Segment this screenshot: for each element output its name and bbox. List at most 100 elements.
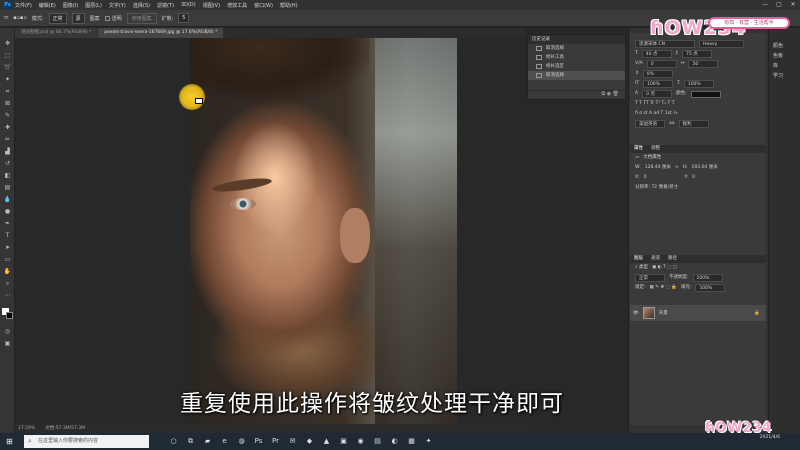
windows-start-icon[interactable]: ⊞ bbox=[6, 437, 13, 446]
fill-input[interactable]: 100% bbox=[695, 284, 726, 292]
tab-properties[interactable]: 属性 bbox=[634, 145, 643, 153]
type-style-buttons[interactable]: T T TT Tr T¹ T₁ T T bbox=[630, 99, 766, 109]
document-size[interactable]: 文档:57.3M/57.3M bbox=[45, 424, 85, 433]
app-icon[interactable]: ◐ bbox=[390, 437, 399, 446]
cortana-icon[interactable]: ○ bbox=[169, 437, 178, 446]
menu-type[interactable]: 文字(Y) bbox=[109, 2, 126, 9]
blend-mode-select[interactable]: 正常 bbox=[635, 274, 665, 282]
layer-filter-icon[interactable]: ⌕ 类型 bbox=[635, 263, 648, 273]
y-value[interactable]: 0 bbox=[692, 173, 695, 183]
photoshop-logo-icon[interactable]: Ps bbox=[3, 1, 12, 9]
photoshop-taskbar-icon[interactable]: Ps bbox=[254, 437, 263, 446]
app-icon[interactable]: ◆ bbox=[305, 437, 314, 446]
layer-filter-icons[interactable]: ▣ ◐ T ⬚ ◻ bbox=[652, 263, 677, 273]
menu-3d[interactable]: 3D(D) bbox=[181, 2, 196, 8]
menu-layer[interactable]: 图层(L) bbox=[85, 2, 102, 9]
collapsed-color-panel[interactable]: 颜色 bbox=[773, 42, 799, 49]
type-tool-icon[interactable]: T bbox=[3, 232, 12, 239]
language-select[interactable]: 美国英语 bbox=[635, 120, 665, 128]
width-value[interactable]: 128.44 厘米 bbox=[645, 163, 671, 173]
quick-mask-icon[interactable]: ◎ bbox=[3, 328, 12, 335]
patch-tool-icon[interactable]: ✚ bbox=[3, 124, 12, 131]
tab-poem-psd[interactable]: 诗词刮图.psd @ 66.7%(RGB/8) * bbox=[15, 28, 98, 38]
app-icon[interactable]: ▦ bbox=[407, 437, 416, 446]
use-pattern-button[interactable]: 使用图案 bbox=[126, 12, 157, 24]
stamp-tool-icon[interactable]: ▟ bbox=[3, 148, 12, 155]
layer-row-background[interactable]: 👁 背景 🔒 bbox=[630, 305, 766, 321]
height-value[interactable]: 193.04 厘米 bbox=[692, 163, 718, 173]
leading-input[interactable]: 75 点 bbox=[682, 50, 712, 58]
app-icon[interactable]: ◉ bbox=[356, 437, 365, 446]
collapsed-learn-panel[interactable]: 学习 bbox=[773, 72, 799, 79]
kerning-input[interactable]: 50 bbox=[688, 60, 719, 68]
history-panel-title[interactable]: 历史记录 bbox=[528, 35, 625, 44]
app-icon[interactable]: ▤ bbox=[373, 437, 382, 446]
chrome-icon[interactable]: ◍ bbox=[237, 437, 246, 446]
menu-select[interactable]: 选择(S) bbox=[133, 2, 150, 9]
menu-filter[interactable]: 滤镜(T) bbox=[157, 2, 174, 9]
app-icon[interactable]: ▣ bbox=[339, 437, 348, 446]
history-brush-icon[interactable]: ↺ bbox=[3, 160, 12, 167]
antialias-select[interactable]: 锐利 bbox=[678, 120, 709, 128]
zoom-level[interactable]: 17.59% bbox=[18, 424, 35, 433]
tracking-input[interactable]: 0 bbox=[646, 60, 677, 68]
screen-mode-icon[interactable]: ▣ bbox=[3, 340, 12, 347]
wechat-icon[interactable]: ✉ bbox=[288, 437, 297, 446]
mode-select[interactable]: 正常 bbox=[48, 12, 67, 24]
menu-image[interactable]: 图像(I) bbox=[63, 2, 78, 9]
pattern-option[interactable]: 图案 bbox=[90, 15, 100, 22]
x-value[interactable]: 0 bbox=[644, 173, 647, 183]
marquee-tool-icon[interactable]: ⬚ bbox=[3, 52, 12, 59]
collapsed-libraries-panel[interactable]: 库 bbox=[773, 62, 799, 69]
history-row[interactable]: 修补工具 bbox=[528, 53, 625, 62]
frame-tool-icon[interactable]: ⊠ bbox=[3, 100, 12, 107]
tab-channels[interactable]: 通道 bbox=[651, 255, 660, 263]
selection-mode-icons[interactable]: ▪▫▪▫ bbox=[13, 15, 27, 21]
tsume-input[interactable]: 0% bbox=[642, 70, 673, 78]
transparent-checkbox[interactable]: 透明 bbox=[104, 15, 122, 22]
premiere-icon[interactable]: Pr bbox=[271, 437, 280, 446]
menu-edit[interactable]: 编辑(E) bbox=[39, 2, 56, 9]
pen-tool-icon[interactable]: ✒ bbox=[3, 220, 12, 227]
history-row-selected[interactable]: 取消选择 bbox=[528, 71, 625, 80]
lock-icons[interactable]: ▦ ✎ ✥ ⬚ 🔒 bbox=[650, 283, 677, 293]
text-color-swatch[interactable] bbox=[690, 90, 721, 98]
horizontal-scale-input[interactable]: 100% bbox=[683, 80, 714, 88]
portrait-photo[interactable] bbox=[190, 38, 457, 424]
shape-tool-icon[interactable]: ▭ bbox=[3, 256, 12, 263]
history-row[interactable]: 取消选择 bbox=[528, 44, 625, 53]
vertical-scale-input[interactable]: 100% bbox=[643, 80, 674, 88]
dodge-tool-icon[interactable]: ● bbox=[3, 208, 12, 215]
eraser-tool-icon[interactable]: ◧ bbox=[3, 172, 12, 179]
history-row[interactable]: 修补选区 bbox=[528, 62, 625, 71]
menu-help[interactable]: 帮助(H) bbox=[280, 2, 298, 9]
hand-tool-icon[interactable]: ✋ bbox=[3, 268, 12, 275]
menu-file[interactable]: 文件(F) bbox=[15, 2, 32, 9]
path-select-icon[interactable]: ➤ bbox=[3, 244, 12, 251]
font-size-input[interactable]: 40 点 bbox=[641, 50, 672, 58]
tab-adjustments[interactable]: 调整 bbox=[651, 145, 660, 153]
minimize-icon[interactable]: — bbox=[758, 0, 772, 10]
menu-plugins[interactable]: 增效工具 bbox=[227, 2, 247, 9]
opacity-input[interactable]: 100% bbox=[692, 274, 723, 282]
more-tools-icon[interactable]: ⋯ bbox=[3, 292, 12, 299]
collapsed-swatches-panel[interactable]: 色板 bbox=[773, 52, 799, 59]
tab-portrait-jpg[interactable]: pexels-travis-seera-167669.jpg @ 17.6%(R… bbox=[98, 28, 224, 38]
taskbar-search-input[interactable]: ⌕ 在这里输入你要搜索的内容 bbox=[24, 435, 149, 448]
tab-layers[interactable]: 图层 bbox=[634, 255, 643, 263]
maximize-icon[interactable]: ▢ bbox=[772, 0, 786, 10]
lasso-tool-icon[interactable]: ➰ bbox=[3, 64, 12, 71]
link-icon[interactable]: ∞ bbox=[675, 163, 679, 173]
move-tool-icon[interactable]: ✥ bbox=[3, 40, 12, 47]
magic-wand-icon[interactable]: ✦ bbox=[3, 76, 12, 83]
history-footer-icons[interactable]: ⧉ ◉ 🗑 bbox=[528, 90, 625, 99]
gradient-tool-icon[interactable]: ▤ bbox=[3, 184, 12, 191]
baseline-input[interactable]: 0 点 bbox=[642, 90, 673, 98]
close-icon[interactable]: ✕ bbox=[786, 0, 800, 10]
task-view-icon[interactable]: ⧉ bbox=[186, 437, 195, 446]
zoom-tool-icon[interactable]: ⌕ bbox=[3, 280, 12, 287]
folder-icon[interactable]: ▰ bbox=[203, 437, 212, 446]
layer-name[interactable]: 背景 bbox=[659, 310, 668, 316]
crop-tool-icon[interactable]: ⌗ bbox=[3, 88, 12, 95]
app-icon[interactable]: ✦ bbox=[424, 437, 433, 446]
